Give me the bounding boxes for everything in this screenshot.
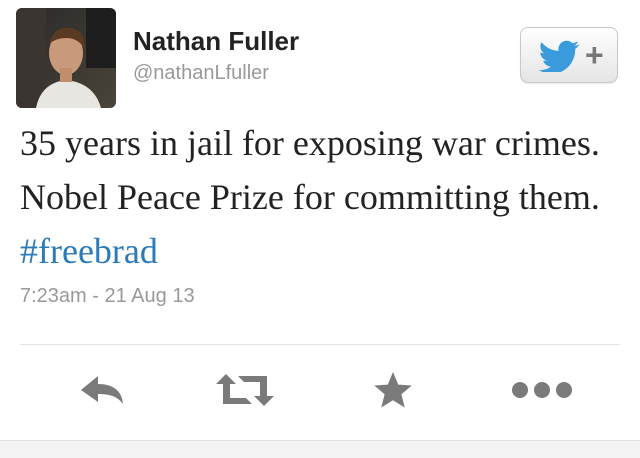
twitter-bird-icon — [538, 40, 580, 72]
tweet-body: 35 years in jail for exposing war crimes… — [20, 123, 600, 217]
author-handle[interactable]: @nathanLfuller — [133, 62, 269, 85]
author-name[interactable]: Nathan Fuller — [133, 26, 299, 57]
avatar-photo — [16, 8, 116, 108]
more-dots-icon — [512, 382, 572, 398]
bottom-bar — [0, 440, 640, 458]
star-icon — [374, 372, 412, 408]
reply-arrow-icon — [81, 376, 123, 404]
retweet-icon — [216, 374, 274, 406]
tweet-card: Nathan Fuller @nathanLfuller + 35 years … — [0, 0, 640, 440]
tweet-timestamp: 7:23am - 21 Aug 13 — [20, 285, 195, 307]
hashtag-link[interactable]: #freebrad — [20, 231, 158, 271]
divider — [20, 344, 620, 345]
avatar[interactable] — [16, 8, 116, 108]
follow-plus-label: + — [585, 37, 604, 73]
follow-button[interactable]: + — [520, 27, 618, 83]
reply-button[interactable] — [78, 370, 126, 410]
tweet-text: 35 years in jail for exposing war crimes… — [20, 116, 620, 278]
favorite-button[interactable] — [370, 370, 416, 410]
retweet-button[interactable] — [216, 370, 274, 410]
more-button[interactable] — [510, 370, 574, 410]
